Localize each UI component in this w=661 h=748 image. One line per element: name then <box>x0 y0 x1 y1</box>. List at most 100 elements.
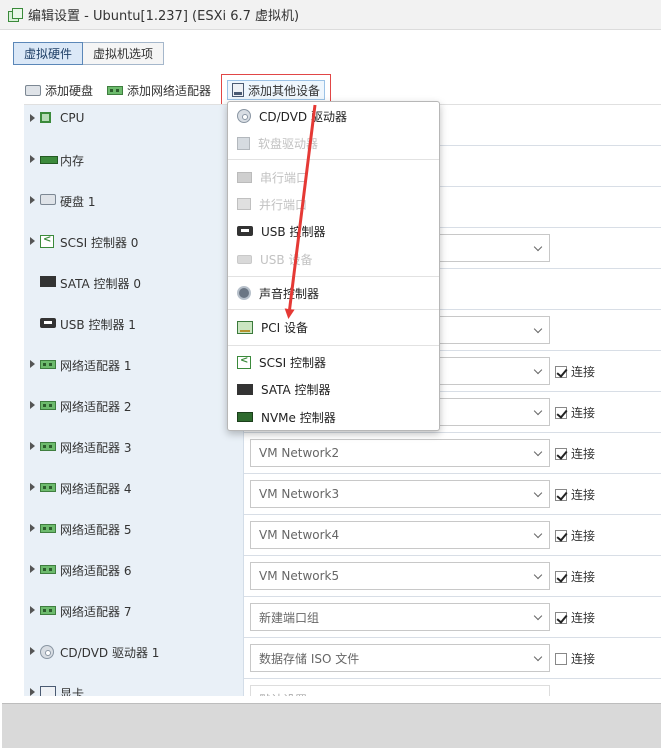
chevron-down-icon <box>533 570 543 580</box>
cd-dvd-icon <box>237 109 251 123</box>
connect-checkbox[interactable] <box>555 570 567 583</box>
connect-toggle[interactable]: 连接 <box>555 568 595 585</box>
connect-checkbox[interactable] <box>555 611 567 624</box>
expand-caret-icon[interactable] <box>30 606 35 614</box>
expand-caret-icon[interactable] <box>30 524 35 532</box>
expand-caret-icon[interactable] <box>30 360 35 368</box>
connect-checkbox[interactable] <box>555 447 567 460</box>
expand-caret-icon[interactable] <box>30 565 35 573</box>
hardware-value-select[interactable]: 新建端口组 <box>250 603 550 631</box>
menu-separator <box>228 159 439 160</box>
chevron-down-icon <box>533 365 543 375</box>
connect-toggle[interactable]: 连接 <box>555 486 595 503</box>
add-other-device-button[interactable]: 添加其他设备 <box>221 74 332 106</box>
network-adapter-icon <box>40 360 56 369</box>
select-value: 新建端口组 <box>259 610 320 625</box>
hardware-label-cell[interactable]: 内存 <box>24 146 244 187</box>
hardware-name: SCSI 控制器 0 <box>60 236 139 250</box>
hardware-value-select[interactable]: VM Network3 <box>250 480 550 508</box>
menu-item: 并行端口 <box>228 192 439 216</box>
hardware-label-cell[interactable]: 网络适配器 3 <box>24 433 244 474</box>
connect-checkbox[interactable] <box>555 652 567 665</box>
expand-caret-icon[interactable] <box>30 647 35 655</box>
menu-item[interactable]: PCI 设备 <box>228 315 439 339</box>
hardware-label-cell[interactable]: 网络适配器 6 <box>24 556 244 597</box>
tab-virtual-hardware[interactable]: 虚拟硬件 <box>13 42 84 65</box>
hardware-value-select[interactable]: VM Network4 <box>250 521 550 549</box>
pci-device-icon <box>237 320 253 334</box>
chevron-down-icon <box>533 611 543 621</box>
connect-toggle[interactable]: 连接 <box>555 363 595 380</box>
hardware-label-cell[interactable]: 网络适配器 4 <box>24 474 244 515</box>
menu-item[interactable]: NVMe 控制器 <box>228 405 439 429</box>
hardware-value-select[interactable]: 数据存储 ISO 文件 <box>250 644 550 672</box>
hardware-name: CPU <box>60 111 85 125</box>
parallel-port-icon <box>237 198 251 210</box>
hardware-label-cell[interactable]: 显卡 <box>24 679 244 696</box>
connect-checkbox[interactable] <box>555 406 567 419</box>
menu-item-label: SATA 控制器 <box>261 382 331 397</box>
hardware-row: 网络适配器 4 VM Network3 连接 <box>24 474 661 515</box>
expand-caret-icon[interactable] <box>30 114 35 122</box>
add-other-device-label: 添加其他设备 <box>248 83 321 98</box>
hardware-name: 网络适配器 5 <box>60 523 132 537</box>
menu-item-label: 并行端口 <box>259 197 308 212</box>
menu-item-label: PCI 设备 <box>261 320 308 335</box>
scsi-controller-icon <box>237 355 251 369</box>
menu-separator <box>228 309 439 310</box>
expand-caret-icon[interactable] <box>30 688 35 696</box>
chevron-down-icon <box>533 242 543 252</box>
hardware-label-cell[interactable]: 网络适配器 7 <box>24 597 244 638</box>
expand-caret-icon[interactable] <box>30 401 35 409</box>
connect-label: 连接 <box>571 365 596 379</box>
expand-caret-icon[interactable] <box>30 442 35 450</box>
connect-toggle[interactable]: 连接 <box>555 650 595 667</box>
serial-port-icon <box>237 171 252 183</box>
connect-label: 连接 <box>571 488 596 502</box>
expand-caret-icon[interactable] <box>30 196 35 204</box>
hardware-name: 网络适配器 7 <box>60 605 132 619</box>
menu-item-label: CD/DVD 驱动器 <box>259 109 347 124</box>
expand-caret-icon[interactable] <box>30 155 35 163</box>
expand-caret-icon[interactable] <box>30 237 35 245</box>
hardware-label-cell[interactable]: CPU <box>24 105 244 146</box>
add-hard-disk-label: 添加硬盘 <box>45 83 94 98</box>
hardware-label-cell[interactable]: 网络适配器 1 <box>24 351 244 392</box>
cpu-icon <box>40 112 51 123</box>
connect-toggle[interactable]: 连接 <box>555 404 595 421</box>
connect-checkbox[interactable] <box>555 488 567 501</box>
menu-item-label: NVMe 控制器 <box>261 410 336 425</box>
menu-item-label: USB 控制器 <box>261 224 326 239</box>
connect-toggle[interactable]: 连接 <box>555 609 595 626</box>
hardware-label-cell[interactable]: SCSI 控制器 0 <box>24 228 244 269</box>
menu-item[interactable]: SATA 控制器 <box>228 377 439 401</box>
expand-caret-icon[interactable] <box>30 483 35 491</box>
tab-vm-options[interactable]: 虚拟机选项 <box>83 42 165 65</box>
hardware-row: 网络适配器 7 新建端口组 连接 <box>24 597 661 638</box>
hardware-label-cell[interactable]: 硬盘 1 <box>24 187 244 228</box>
hardware-label-cell[interactable]: 网络适配器 5 <box>24 515 244 556</box>
floppy-icon <box>237 136 250 150</box>
connect-checkbox[interactable] <box>555 365 567 378</box>
chevron-down-icon <box>533 529 543 539</box>
hardware-label-cell: USB 控制器 1 <box>24 310 244 351</box>
chevron-down-icon <box>533 693 543 696</box>
connect-toggle[interactable]: 连接 <box>555 445 595 462</box>
hardware-label-cell[interactable]: 网络适配器 2 <box>24 392 244 433</box>
connect-checkbox[interactable] <box>555 529 567 542</box>
select-value: 默认设置 <box>259 691 307 697</box>
menu-item[interactable]: CD/DVD 驱动器 <box>228 104 439 128</box>
hardware-value-select[interactable]: 默认设置 <box>250 685 550 696</box>
hardware-value-select[interactable]: VM Network2 <box>250 439 550 467</box>
menu-item[interactable]: USB 控制器 <box>228 219 439 243</box>
add-network-adapter-button[interactable]: 添加网络适配器 <box>107 80 211 100</box>
menu-item[interactable]: SCSI 控制器 <box>228 350 439 374</box>
network-adapter-icon <box>40 565 56 574</box>
menu-item[interactable]: 声音控制器 <box>228 281 439 305</box>
connect-toggle[interactable]: 连接 <box>555 527 595 544</box>
chevron-down-icon <box>533 447 543 457</box>
hardware-label-cell[interactable]: CD/DVD 驱动器 1 <box>24 638 244 679</box>
hard-disk-icon <box>40 194 56 205</box>
hardware-value-select[interactable]: VM Network5 <box>250 562 550 590</box>
add-hard-disk-button[interactable]: 添加硬盘 <box>25 80 93 100</box>
